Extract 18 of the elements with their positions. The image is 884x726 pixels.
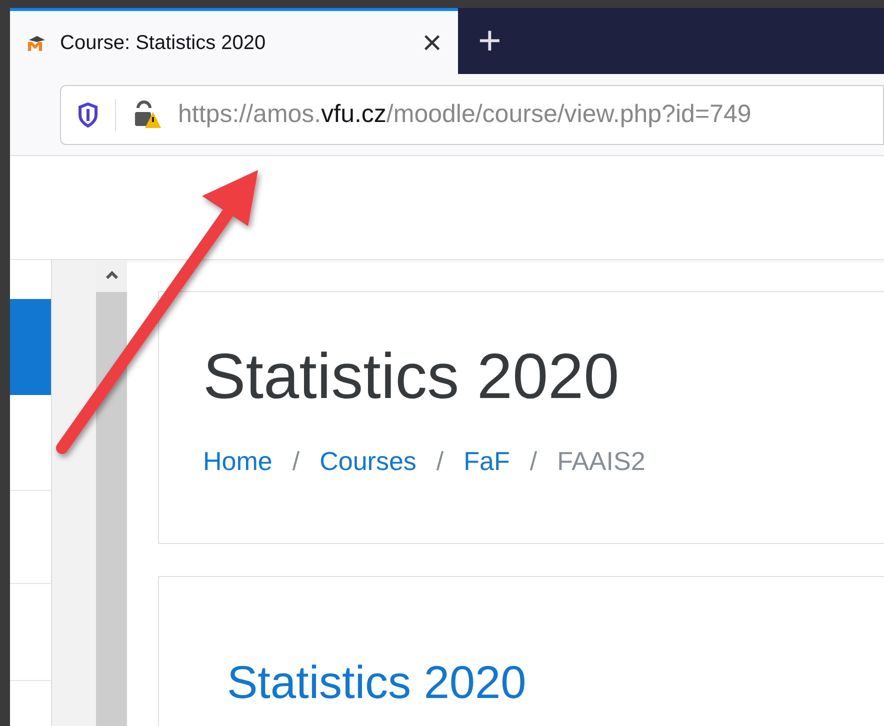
breadcrumb-link[interactable]: Home [203,442,272,481]
breadcrumb-separator: / [292,445,300,478]
breadcrumb-separator: / [436,445,444,478]
breadcrumb-link[interactable]: FaF [464,442,510,481]
breadcrumb-current: FAAIS2 [557,445,646,478]
shield-icon [77,102,99,128]
tab-title: Course: Statistics 2020 [60,30,267,56]
section-title[interactable]: Statistics 2020 [227,659,884,705]
breadcrumb-link[interactable]: Courses [320,442,416,481]
new-tab-button[interactable]: + [478,21,502,61]
course-title: Statistics 2020 [203,344,620,408]
close-tab-button[interactable]: × [422,26,442,60]
address-bar[interactable]: https://amos.vfu.cz/moodle/course/view.php?id=749 [60,84,884,144]
url-text: https://amos.vfu.cz/moodle/course/view.php?id=749 [178,98,752,130]
breadcrumb-separator: / [530,445,538,478]
scroll-up-icon[interactable] [104,270,118,280]
insecure-lock-icon [132,100,162,130]
browser-tab[interactable]: Course: Statistics 2020 × [10,8,458,74]
